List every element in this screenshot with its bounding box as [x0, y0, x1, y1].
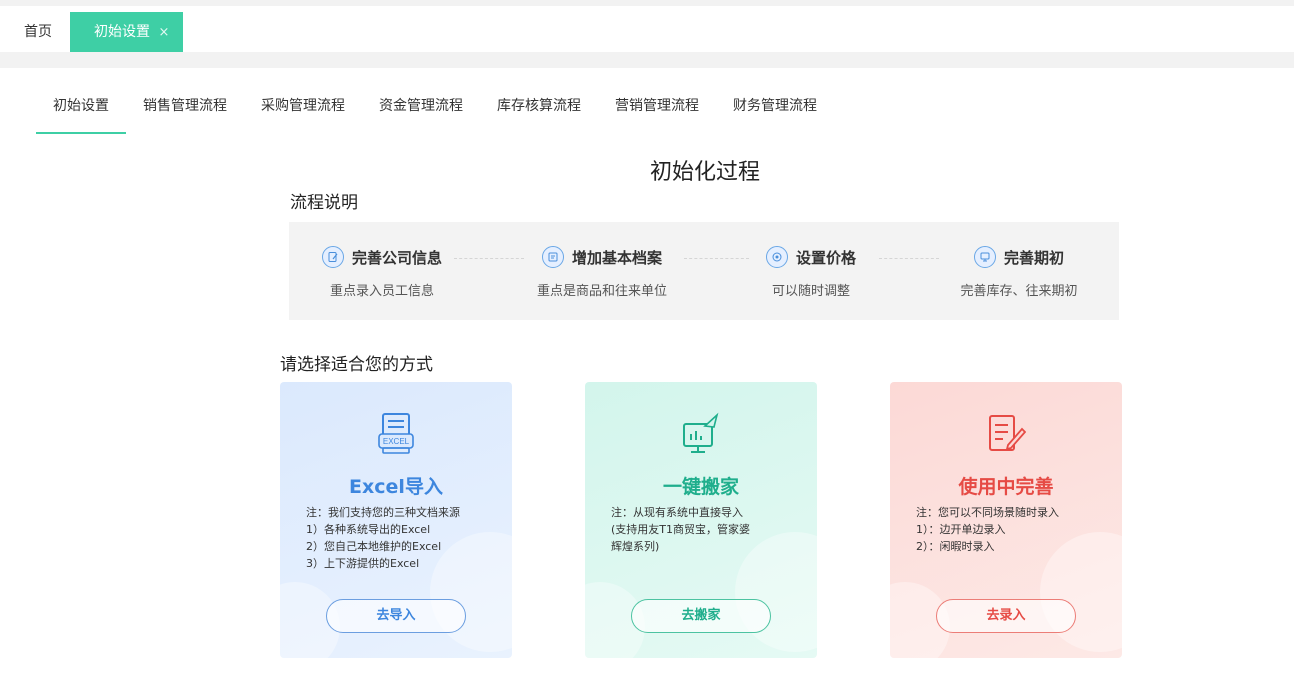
step-name: 完善期初 — [1003, 248, 1064, 267]
top-tab-bar: 首页 初始设置 × — [0, 0, 1294, 52]
subnav-marketing-process[interactable]: 营销管理流程 — [598, 94, 716, 134]
edit-icon — [321, 246, 344, 268]
note-line: (支持用友T1商贸宝，管家婆 — [611, 523, 751, 536]
note-line: 2）：闲暇时录入 — [916, 540, 995, 553]
option-card-one-click-move: 一键搬家 注：从现有系统中直接导入 (支持用友T1商贸宝，管家婆 辉煌系列) 去… — [585, 382, 817, 658]
step-set-price: 设置价格 可以随时调整 — [751, 244, 871, 299]
option-title: 一键搬家 — [662, 476, 739, 498]
excel-file-icon: EXCEL — [378, 413, 414, 454]
edit-document-icon — [989, 415, 1026, 451]
tab-initial-settings[interactable]: 初始设置 × — [70, 12, 184, 52]
option-title: Excel导入 — [349, 476, 443, 498]
process-subnav: 初始设置 销售管理流程 采购管理流程 资金管理流程 库存核算流程 营销管理流程 … — [36, 94, 834, 134]
process-steps: 完善公司信息 重点录入员工信息 增加基本档案 重点是商品和往来单位 设置价格 可… — [289, 222, 1119, 320]
step-connector — [879, 258, 939, 259]
tab-initial-settings-label: 初始设置 — [94, 24, 150, 40]
note-line: 注：从现有系统中直接导入 — [611, 506, 743, 519]
step-desc: 重点是商品和往来单位 — [536, 284, 667, 299]
svg-text:EXCEL: EXCEL — [383, 437, 410, 446]
subnav-purchase-process[interactable]: 采购管理流程 — [244, 94, 362, 134]
note-line: 辉煌系列) — [611, 540, 660, 553]
tab-home[interactable]: 首页 — [10, 12, 66, 52]
monitor-launch-icon — [683, 412, 719, 453]
subnav-sales-process[interactable]: 销售管理流程 — [126, 94, 244, 134]
step-connector — [684, 258, 749, 259]
price-icon — [765, 246, 788, 268]
option-title: 使用中完善 — [958, 476, 1054, 498]
option-card-excel-import: EXCEL Excel导入 注：我们支持您的三种文档来源 1）各种系统导出的Ex… — [280, 382, 512, 658]
note-line: 2）您自己本地维护的Excel — [306, 540, 442, 553]
note-line: 注：您可以不同场景随时录入 — [916, 506, 1059, 519]
step-desc: 重点录入员工信息 — [329, 284, 434, 299]
step-name: 增加基本档案 — [571, 248, 662, 267]
go-import-button[interactable]: 去导入 — [326, 599, 466, 633]
step-company-info: 完善公司信息 重点录入员工信息 — [307, 244, 457, 299]
page-title: 初始化过程 — [649, 160, 760, 185]
subnav-initial-settings[interactable]: 初始设置 — [36, 94, 126, 134]
step-desc: 完善库存、往来期初 — [960, 284, 1078, 299]
step-connector — [454, 258, 524, 259]
step-basic-archives: 增加基本档案 重点是商品和往来单位 — [527, 244, 677, 299]
note-line: 1）各种系统导出的Excel — [306, 523, 431, 536]
step-name: 完善公司信息 — [351, 248, 442, 267]
option-notes: 注：您可以不同场景随时录入 1）：边开单边录入 2）：闲暇时录入 — [916, 504, 1106, 555]
balance-icon — [973, 246, 996, 268]
note-line: 1）：边开单边录入 — [916, 523, 1006, 536]
close-icon[interactable]: × — [158, 25, 169, 40]
note-line: 3）上下游提供的Excel — [306, 557, 420, 570]
archive-icon — [541, 246, 564, 268]
subnav-finance-process[interactable]: 财务管理流程 — [716, 94, 834, 134]
step-desc: 可以随时调整 — [771, 284, 850, 299]
go-record-button[interactable]: 去录入 — [936, 599, 1076, 633]
option-card-fill-during-use: 使用中完善 注：您可以不同场景随时录入 1）：边开单边录入 2）：闲暇时录入 去… — [890, 382, 1122, 658]
note-line: 注：我们支持您的三种文档来源 — [306, 506, 460, 519]
option-notes: 注：我们支持您的三种文档来源 1）各种系统导出的Excel 2）您自己本地维护的… — [306, 504, 496, 572]
page-gap — [0, 52, 1294, 68]
step-opening-balance: 完善期初 完善库存、往来期初 — [949, 244, 1089, 299]
step-name: 设置价格 — [795, 248, 856, 267]
subnav-inventory-process[interactable]: 库存核算流程 — [480, 94, 598, 134]
subnav-funds-process[interactable]: 资金管理流程 — [362, 94, 480, 134]
choose-section-title: 请选择适合您的方式 — [280, 355, 433, 375]
flow-section-title: 流程说明 — [290, 193, 358, 213]
option-notes: 注：从现有系统中直接导入 (支持用友T1商贸宝，管家婆 辉煌系列) — [611, 504, 801, 555]
go-move-button[interactable]: 去搬家 — [631, 599, 771, 633]
